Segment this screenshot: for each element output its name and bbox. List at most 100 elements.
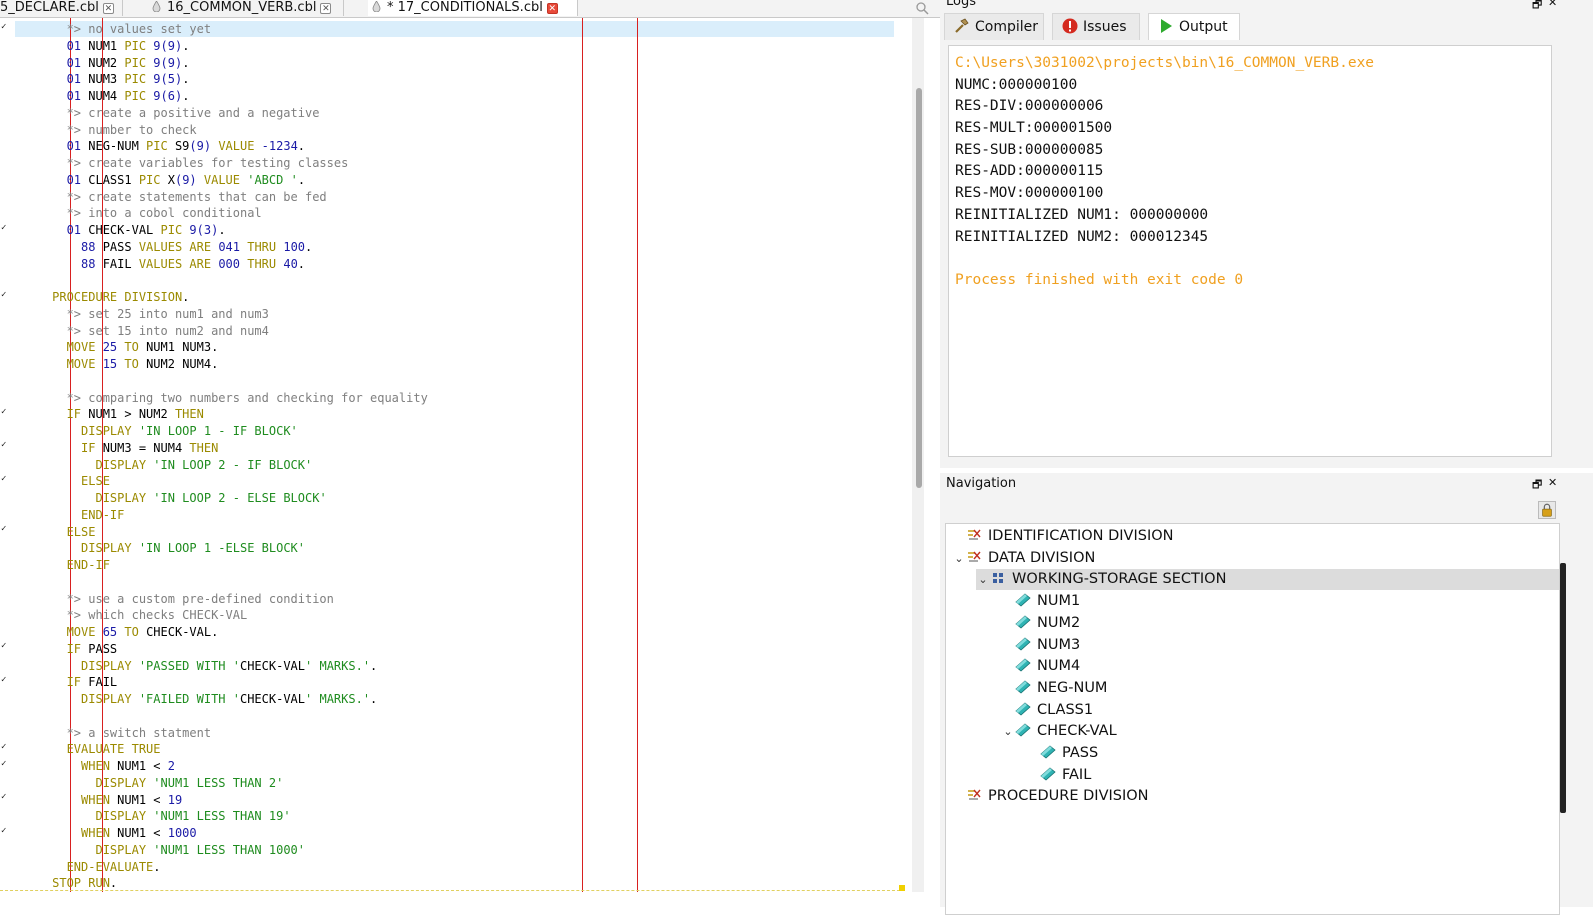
code-line[interactable]: 88 FAIL VALUES ARE 000 THRU 40. <box>16 256 428 273</box>
code-text[interactable]: *> no values set yet 01 NUM1 PIC 9(9). 0… <box>16 21 428 892</box>
code-line[interactable] <box>16 574 428 591</box>
tab-17-conditionals[interactable]: * 17_CONDITIONALS.cbl ✕ <box>368 0 578 16</box>
code-line[interactable]: WHEN NUM1 < 1000 <box>16 825 428 842</box>
code-line[interactable]: WHEN NUM1 < 2 <box>16 758 428 775</box>
fold-marker[interactable]: ✓ <box>1 826 6 836</box>
fold-marker[interactable]: ✓ <box>1 22 6 32</box>
navigation-scroll-thumb[interactable] <box>1560 563 1566 813</box>
code-line[interactable]: *> no values set yet <box>16 21 428 38</box>
code-line[interactable] <box>16 373 428 390</box>
code-line[interactable]: *> use a custom pre-defined condition <box>16 591 428 608</box>
code-line[interactable]: END-IF <box>16 557 428 574</box>
tree-node[interactable]: NUM2 <box>1001 613 1080 634</box>
code-line[interactable]: 01 NEG-NUM PIC S9(9) VALUE -1234. <box>16 138 428 155</box>
code-line[interactable]: 01 CLASS1 PIC X(9) VALUE 'ABCD '. <box>16 172 428 189</box>
code-line[interactable]: END-EVALUATE. <box>16 859 428 876</box>
fold-marker[interactable]: ✓ <box>1 524 6 534</box>
tree-node[interactable]: CLASS1 <box>1001 700 1093 721</box>
code-line[interactable]: WHEN NUM1 < 19 <box>16 792 428 809</box>
code-line[interactable]: PROCEDURE DIVISION. <box>16 289 428 306</box>
code-line[interactable]: DISPLAY 'IN LOOP 1 - IF BLOCK' <box>16 423 428 440</box>
fold-marker[interactable]: ✓ <box>1 641 6 651</box>
close-icon[interactable]: ✕ <box>546 3 558 14</box>
tree-node[interactable]: NUM4 <box>1001 656 1080 677</box>
fold-marker[interactable]: ✓ <box>1 407 6 417</box>
chevron-down-icon[interactable]: ⌄ <box>976 569 990 590</box>
chevron-down-icon[interactable]: ⌄ <box>952 548 966 569</box>
code-line[interactable]: *> into a cobol conditional <box>16 205 428 222</box>
code-line[interactable]: MOVE 65 TO CHECK-VAL. <box>16 624 428 641</box>
fold-marker[interactable]: ✓ <box>1 759 6 769</box>
code-line[interactable]: DISPLAY 'NUM1 LESS THAN 2' <box>16 775 428 792</box>
tree-node[interactable]: ⌄ DATA DIVISION <box>952 548 1095 569</box>
output-console[interactable]: C:\Users\3031002\projects\bin\16_COMMON_… <box>948 45 1552 457</box>
tree-node[interactable]: PASS <box>1026 743 1098 764</box>
editor-scroll-thumb[interactable] <box>916 88 922 488</box>
chevron-down-icon[interactable]: ⌄ <box>1001 721 1015 742</box>
restore-icon[interactable]: 🗗 <box>1532 0 1542 15</box>
tree-node[interactable]: FAIL <box>1026 765 1091 786</box>
code-line[interactable]: IF FAIL <box>16 674 428 691</box>
code-line[interactable]: *> set 25 into num1 and num3 <box>16 306 428 323</box>
tab-compiler[interactable]: Compiler <box>944 13 1044 40</box>
tab-16-common-verb[interactable]: 16_COMMON_VERB.cbl ✕ <box>148 0 344 16</box>
tree-node[interactable]: NUM1 <box>1001 591 1080 612</box>
close-icon[interactable]: ✕ <box>102 3 114 14</box>
code-line[interactable]: END-IF <box>16 507 428 524</box>
code-line[interactable]: 01 NUM2 PIC 9(9). <box>16 55 428 72</box>
tree-node[interactable]: NEG-NUM <box>1001 678 1107 699</box>
code-line[interactable]: *> a switch statment <box>16 725 428 742</box>
code-line[interactable]: DISPLAY 'FAILED WITH 'CHECK-VAL' MARKS.'… <box>16 691 428 708</box>
fold-marker[interactable]: ✓ <box>1 742 6 752</box>
code-line[interactable]: *> which checks CHECK-VAL <box>16 607 428 624</box>
code-line[interactable]: ELSE <box>16 524 428 541</box>
tree-node[interactable]: NUM3 <box>1001 635 1080 656</box>
code-line[interactable]: EVALUATE TRUE <box>16 741 428 758</box>
code-line[interactable]: DISPLAY 'PASSED WITH 'CHECK-VAL' MARKS.'… <box>16 658 428 675</box>
fold-marker[interactable]: ✓ <box>1 440 6 450</box>
code-line[interactable] <box>16 272 428 289</box>
code-line[interactable]: *> create statements that can be fed <box>16 189 428 206</box>
fold-marker[interactable]: ✓ <box>1 290 6 300</box>
code-line[interactable]: *> set 15 into num2 and num4 <box>16 323 428 340</box>
tab-output[interactable]: Output <box>1148 13 1240 40</box>
code-editor[interactable]: ✓ ✓ ✓ ✓ ✓ ✓ ✓ ✓ ✓ ✓ ✓ ✓ ✓ *> no values s… <box>0 18 925 892</box>
code-line[interactable]: DISPLAY 'NUM1 LESS THAN 19' <box>16 808 428 825</box>
code-line[interactable]: ELSE <box>16 473 428 490</box>
code-line[interactable]: DISPLAY 'IN LOOP 2 - ELSE BLOCK' <box>16 490 428 507</box>
tree-node[interactable]: ⌄ CHECK-VAL <box>1001 721 1116 742</box>
fold-marker[interactable]: ✓ <box>1 474 6 484</box>
tree-node[interactable]: PROCEDURE DIVISION <box>952 786 1149 807</box>
compare-icon[interactable] <box>915 0 931 16</box>
code-line[interactable]: MOVE 15 TO NUM2 NUM4. <box>16 356 428 373</box>
warning-marker[interactable] <box>899 885 905 891</box>
code-line[interactable]: 01 NUM1 PIC 9(9). <box>16 38 428 55</box>
tree-node[interactable]: ⌄ WORKING-STORAGE SECTION <box>976 569 1559 591</box>
code-line[interactable]: IF NUM1 > NUM2 THEN <box>16 406 428 423</box>
lock-icon[interactable] <box>1538 501 1556 519</box>
code-line[interactable]: 88 PASS VALUES ARE 041 THRU 100. <box>16 239 428 256</box>
tab-5-declare[interactable]: 5_DECLARE.cbl ✕ <box>0 0 123 16</box>
tab-issues[interactable]: Issues <box>1052 13 1140 40</box>
code-line[interactable]: IF NUM3 = NUM4 THEN <box>16 440 428 457</box>
code-line[interactable]: *> create a positive and a negative <box>16 105 428 122</box>
close-icon[interactable]: ✕ <box>1548 476 1557 489</box>
close-icon[interactable]: ✕ <box>1548 0 1557 9</box>
code-line[interactable]: *> comparing two numbers and checking fo… <box>16 390 428 407</box>
code-line[interactable] <box>16 708 428 725</box>
code-line[interactable]: *> number to check <box>16 122 428 139</box>
fold-marker[interactable]: ✓ <box>1 792 6 802</box>
code-line[interactable]: MOVE 25 TO NUM1 NUM3. <box>16 339 428 356</box>
code-line[interactable]: 01 NUM3 PIC 9(5). <box>16 71 428 88</box>
fold-marker[interactable]: ✓ <box>1 675 6 685</box>
restore-icon[interactable]: 🗗 <box>1532 476 1542 495</box>
code-line[interactable]: 01 CHECK-VAL PIC 9(3). <box>16 222 428 239</box>
code-line[interactable]: DISPLAY 'IN LOOP 2 - IF BLOCK' <box>16 457 428 474</box>
code-line[interactable]: IF PASS <box>16 641 428 658</box>
code-line[interactable]: *> create variables for testing classes <box>16 155 428 172</box>
fold-marker[interactable]: ✓ <box>1 223 6 233</box>
code-line[interactable]: DISPLAY 'IN LOOP 1 -ELSE BLOCK' <box>16 540 428 557</box>
close-icon[interactable]: ✕ <box>320 3 332 14</box>
outline-tree[interactable]: IDENTIFICATION DIVISION ⌄ DATA DIVISION ⌄ WO… <box>945 523 1560 915</box>
code-line[interactable]: 01 NUM4 PIC 9(6). <box>16 88 428 105</box>
